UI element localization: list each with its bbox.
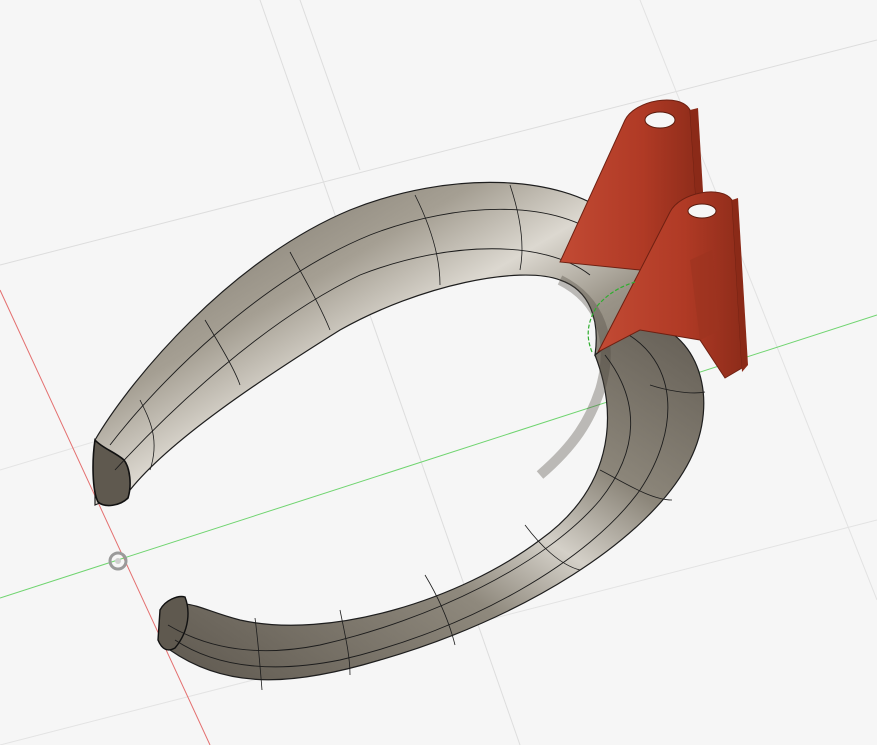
origin-circle-icon[interactable] <box>108 551 128 571</box>
bracket-hole-front <box>687 203 717 219</box>
3d-viewport[interactable] <box>0 0 877 745</box>
viewport-canvas[interactable] <box>0 0 877 745</box>
bracket-hole-rear <box>644 111 676 129</box>
